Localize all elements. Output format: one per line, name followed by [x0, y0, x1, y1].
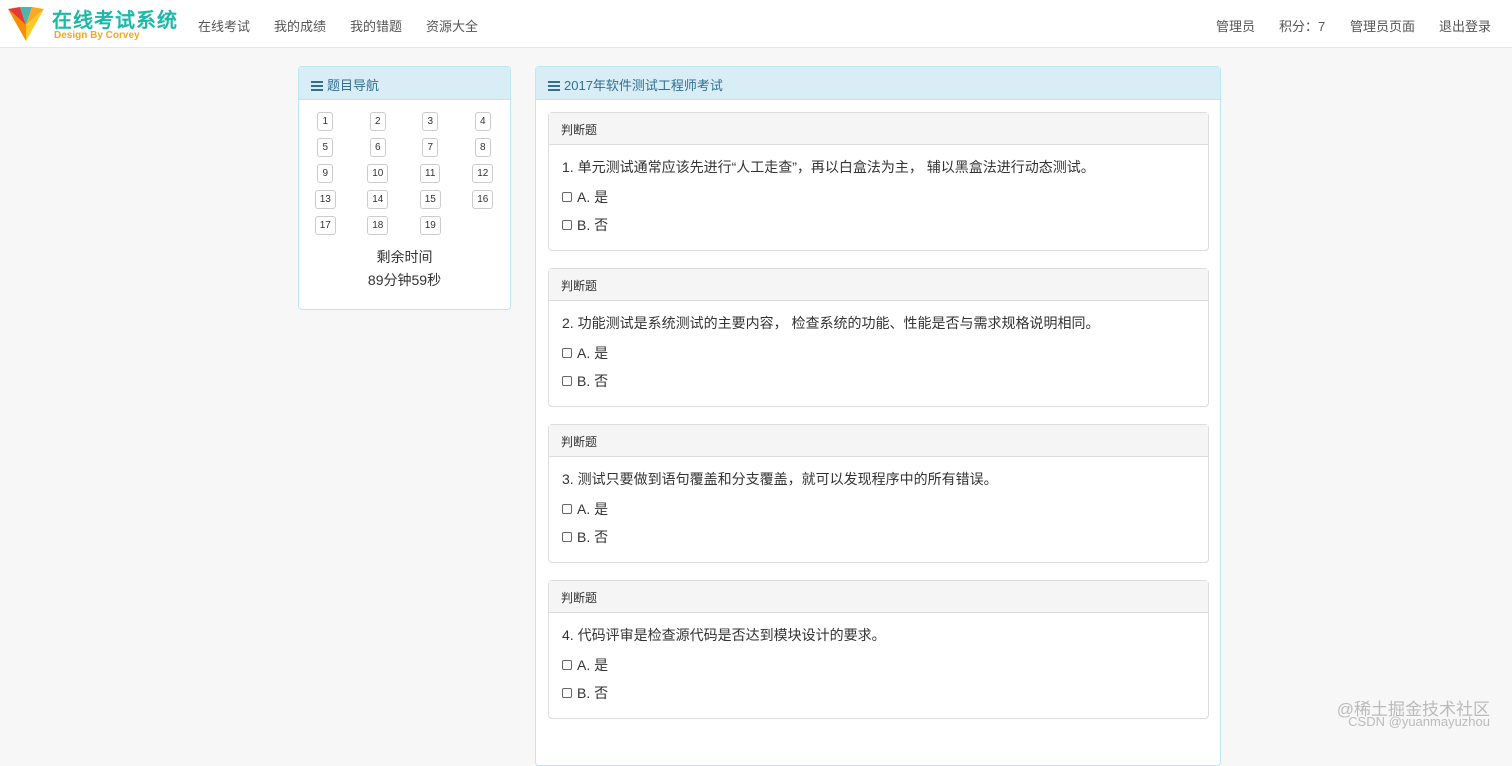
answer-option[interactable]: A. 是	[549, 651, 1208, 679]
answer-option[interactable]: A. 是	[549, 183, 1208, 211]
exam-panel: 2017年软件测试工程师考试 判断题 1. 单元测试通常应该先进行“人工走查”，再…	[535, 66, 1221, 766]
question-card: 判断题 2. 功能测试是系统测试的主要内容， 检查系统的功能、性能是否与需求规格说…	[548, 268, 1209, 407]
points-display: 积分：7	[1279, 19, 1326, 34]
question-type: 判断题	[549, 113, 1208, 145]
question-nav-button[interactable]: 10	[367, 164, 389, 183]
nav-resources[interactable]: 资源大全	[426, 16, 478, 35]
list-icon	[548, 81, 560, 91]
question-text: 3. 测试只要做到语句覆盖和分支覆盖，就可以发现程序中的所有错误。	[562, 471, 998, 487]
answer-option[interactable]: A. 是	[549, 495, 1208, 523]
answer-option[interactable]: B. 否	[549, 679, 1208, 707]
checkbox[interactable]	[562, 348, 572, 358]
question-nav-title: 题目导航	[327, 78, 380, 93]
checkbox[interactable]	[562, 192, 572, 202]
checkbox[interactable]	[562, 376, 572, 386]
question-nav-button[interactable]: 11	[420, 164, 441, 183]
option-label: A. 是	[577, 189, 609, 205]
timer: 剩余时间 89分钟59秒	[299, 246, 510, 292]
question-nav-button[interactable]: 15	[419, 190, 441, 209]
option-label: A. 是	[577, 345, 609, 361]
checkbox[interactable]	[562, 660, 572, 670]
question-nav-panel: 题目导航 1 2 3 4 5 6 7 8 9 10 11 12 13 14 15 16 17 18 19 剩余时间 …	[298, 66, 511, 310]
question-nav-button[interactable]: 7	[422, 138, 439, 157]
option-label: A. 是	[577, 501, 609, 517]
question-card: 判断题 4. 代码评审是检查源代码是否达到模块设计的要求。 A. 是 B. 否	[548, 580, 1209, 719]
question-nav-button[interactable]: 5	[317, 138, 334, 157]
exam-title: 2017年软件测试工程师考试	[564, 78, 723, 93]
question-card: 判断题 3. 测试只要做到语句覆盖和分支覆盖，就可以发现程序中的所有错误。 A. 是…	[548, 424, 1209, 563]
nav-admin-page[interactable]: 管理员页面	[1350, 16, 1415, 35]
option-label: B. 否	[577, 529, 609, 545]
question-nav-button[interactable]: 8	[474, 138, 491, 157]
option-label: B. 否	[577, 373, 609, 389]
brand-subtitle: Design By Corvey	[54, 30, 140, 41]
nav-my-scores[interactable]: 我的成绩	[274, 16, 326, 35]
question-card: 判断题 1. 单元测试通常应该先进行“人工走查”，再以白盒法为主， 辅以黑盒法进行…	[548, 112, 1209, 251]
question-text: 1. 单元测试通常应该先进行“人工走查”，再以白盒法为主， 辅以黑盒法进行动态测…	[562, 159, 1095, 175]
question-nav-button[interactable]: 4	[474, 112, 491, 131]
question-type: 判断题	[549, 425, 1208, 457]
question-nav-button[interactable]: 2	[369, 112, 386, 131]
nav-user[interactable]: 管理员	[1216, 16, 1255, 35]
question-nav-button[interactable]: 14	[367, 190, 389, 209]
question-nav-button[interactable]: 16	[472, 190, 494, 209]
nav-my-mistakes[interactable]: 我的错题	[350, 16, 402, 35]
question-nav-button[interactable]: 9	[317, 164, 334, 183]
checkbox[interactable]	[562, 504, 572, 514]
option-label: B. 否	[577, 217, 609, 233]
checkbox[interactable]	[562, 532, 572, 542]
nav-online-exam[interactable]: 在线考试	[198, 16, 250, 35]
answer-option[interactable]: B. 否	[549, 211, 1208, 239]
question-type: 判断题	[549, 581, 1208, 613]
question-text: 4. 代码评审是检查源代码是否达到模块设计的要求。	[562, 627, 886, 643]
logo-icon	[8, 7, 44, 41]
question-text: 2. 功能测试是系统测试的主要内容， 检查系统的功能、性能是否与需求规格说明相同…	[562, 315, 1100, 331]
exam-header: 2017年软件测试工程师考试	[536, 67, 1220, 100]
question-nav-header: 题目导航	[299, 67, 510, 100]
answer-option[interactable]: B. 否	[549, 367, 1208, 395]
question-nav-button[interactable]: 18	[367, 216, 389, 235]
watermark-line2: CSDN @yuanmayuzhou	[1348, 714, 1490, 729]
question-nav-button[interactable]: 19	[419, 216, 441, 235]
question-nav-button[interactable]: 12	[472, 164, 494, 183]
option-label: A. 是	[577, 657, 609, 673]
answer-option[interactable]: B. 否	[549, 523, 1208, 551]
question-type: 判断题	[549, 269, 1208, 301]
answer-option[interactable]: A. 是	[549, 339, 1208, 367]
question-nav-button[interactable]: 17	[314, 216, 336, 235]
question-nav-button[interactable]: 6	[369, 138, 386, 157]
question-nav-button[interactable]: 1	[317, 112, 334, 131]
checkbox[interactable]	[562, 688, 572, 698]
question-nav-button[interactable]: 13	[314, 190, 336, 209]
brand-title[interactable]: 在线考试系统	[52, 4, 178, 33]
question-nav-button[interactable]: 3	[422, 112, 439, 131]
option-label: B. 否	[577, 685, 609, 701]
top-navbar: 在线考试系统 Design By Corvey 在线考试 我的成绩 我的错题 资…	[0, 0, 1512, 48]
timer-label: 剩余时间	[376, 249, 433, 265]
checkbox[interactable]	[562, 220, 572, 230]
question-number-grid: 1 2 3 4 5 6 7 8 9 10 11 12 13 14 15 16 17 18 19	[299, 100, 510, 235]
nav-logout[interactable]: 退出登录	[1439, 16, 1491, 35]
list-icon	[311, 81, 323, 91]
timer-value: 89分钟59秒	[367, 272, 442, 288]
